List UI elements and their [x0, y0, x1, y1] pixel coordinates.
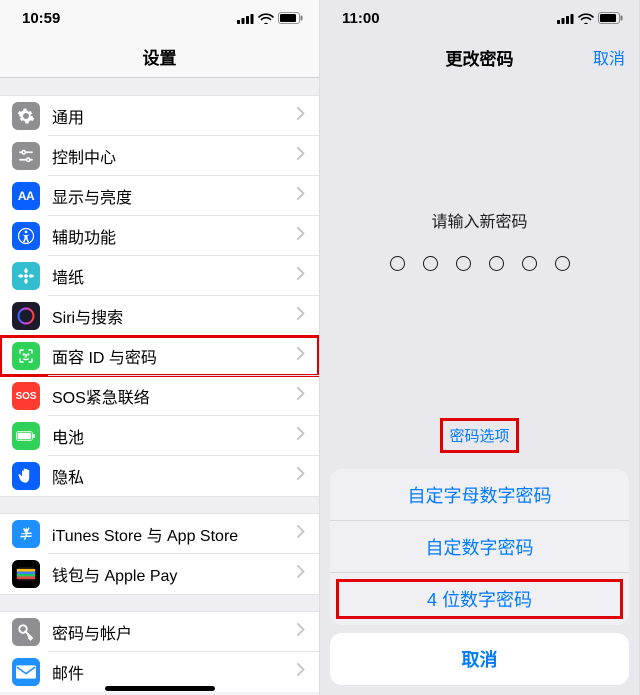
chevron-right-icon	[297, 307, 305, 325]
settings-row-sliders[interactable]: 控制中心	[0, 136, 319, 176]
chevron-right-icon	[297, 467, 305, 485]
passcode-dot	[456, 256, 471, 271]
settings-row-hand[interactable]: 隐私	[0, 456, 319, 496]
siri-icon	[12, 302, 40, 330]
passcode-options-link[interactable]: 密码选项	[443, 421, 515, 450]
chevron-right-icon	[297, 107, 305, 125]
faceid-icon	[12, 342, 40, 370]
row-label: 显示与亮度	[52, 184, 297, 208]
chevron-right-icon	[297, 387, 305, 405]
nav-bar: 设置	[0, 36, 319, 78]
settings-row-astore[interactable]: iTunes Store 与 App Store	[0, 514, 319, 554]
status-indicators	[237, 12, 303, 24]
row-label: Siri与搜索	[52, 304, 297, 328]
sheet-option-2[interactable]: 4 位数字密码	[330, 573, 629, 625]
chevron-right-icon	[297, 187, 305, 205]
settings-row-access[interactable]: 辅助功能	[0, 216, 319, 256]
settings-screen: 10:59 设置 通用控制中心 AA 显示与亮度辅助功能墙纸 Siri与搜索面容 ID…	[0, 0, 320, 695]
row-label: 邮件	[52, 660, 297, 684]
status-bar: 10:59	[0, 0, 319, 36]
mail-icon	[12, 658, 40, 686]
row-label: 密码与帐户	[52, 620, 297, 644]
battery-icon	[12, 422, 40, 450]
wifi-icon	[258, 13, 274, 24]
passcode-dot	[390, 256, 405, 271]
hand-icon	[12, 462, 40, 490]
row-label: 控制中心	[52, 144, 297, 168]
passcode-dot	[489, 256, 504, 271]
access-icon	[12, 222, 40, 250]
settings-row-AA[interactable]: AA 显示与亮度	[0, 176, 319, 216]
settings-row-gear[interactable]: 通用	[0, 96, 319, 136]
sheet-option-0[interactable]: 自定字母数字密码	[330, 469, 629, 521]
row-label: 通用	[52, 104, 297, 128]
nav-bar: 更改密码 取消	[320, 36, 639, 78]
AA-icon: AA	[12, 182, 40, 210]
action-sheet: 自定字母数字密码自定数字密码4 位数字密码 取消	[330, 469, 629, 685]
sheet-cancel-button[interactable]: 取消	[330, 633, 629, 685]
row-label: 辅助功能	[52, 224, 297, 248]
passcode-dots	[390, 256, 570, 271]
row-label: 墙纸	[52, 264, 297, 288]
sheet-option-1[interactable]: 自定数字密码	[330, 521, 629, 573]
row-label: SOS紧急联络	[52, 384, 297, 408]
row-label: 面容 ID 与密码	[52, 344, 297, 368]
SOS-icon: SOS	[12, 382, 40, 410]
row-label: iTunes Store 与 App Store	[52, 522, 297, 546]
cancel-button[interactable]: 取消	[593, 45, 625, 69]
status-time: 10:59	[22, 10, 60, 27]
flower-icon	[12, 262, 40, 290]
chevron-right-icon	[297, 663, 305, 681]
gear-icon	[12, 102, 40, 130]
chevron-right-icon	[297, 267, 305, 285]
signal-icon	[557, 13, 574, 24]
chevron-right-icon	[297, 525, 305, 543]
chevron-right-icon	[297, 147, 305, 165]
passcode-dot	[555, 256, 570, 271]
key-icon	[12, 618, 40, 646]
chevron-right-icon	[297, 427, 305, 445]
signal-icon	[237, 13, 254, 24]
settings-list: 通用控制中心AA显示与亮度辅助功能墙纸Siri与搜索面容 ID 与密码SOSSO…	[0, 78, 319, 692]
row-label: 钱包与 Apple Pay	[52, 562, 297, 586]
settings-row-wallet[interactable]: 钱包与 Apple Pay	[0, 554, 319, 594]
chevron-right-icon	[297, 623, 305, 641]
passcode-prompt: 请输入新密码	[431, 208, 527, 232]
chevron-right-icon	[297, 347, 305, 365]
page-title: 更改密码	[446, 45, 514, 70]
settings-row-siri[interactable]: Siri与搜索	[0, 296, 319, 336]
home-indicator	[105, 686, 215, 691]
settings-row-key[interactable]: 密码与帐户	[0, 612, 319, 652]
settings-row-flower[interactable]: 墙纸	[0, 256, 319, 296]
settings-row-battery[interactable]: 电池	[0, 416, 319, 456]
status-bar: 11:00	[320, 0, 639, 36]
page-title: 设置	[143, 44, 177, 69]
wallet-icon	[12, 560, 40, 588]
change-passcode-screen: 11:00 更改密码 取消 请输入新密码 密码选项 自定字母数字密码自定数字密码…	[320, 0, 640, 695]
row-label: 电池	[52, 424, 297, 448]
chevron-right-icon	[297, 565, 305, 583]
chevron-right-icon	[297, 227, 305, 245]
row-label: 隐私	[52, 464, 297, 488]
settings-row-faceid[interactable]: 面容 ID 与密码	[0, 336, 319, 376]
settings-row-SOS[interactable]: SOS SOS紧急联络	[0, 376, 319, 416]
status-time: 11:00	[342, 10, 380, 27]
wifi-icon	[578, 13, 594, 24]
battery-icon	[278, 12, 303, 24]
status-indicators	[557, 12, 623, 24]
passcode-dot	[522, 256, 537, 271]
sliders-icon	[12, 142, 40, 170]
battery-icon	[598, 12, 623, 24]
astore-icon	[12, 520, 40, 548]
passcode-dot	[423, 256, 438, 271]
